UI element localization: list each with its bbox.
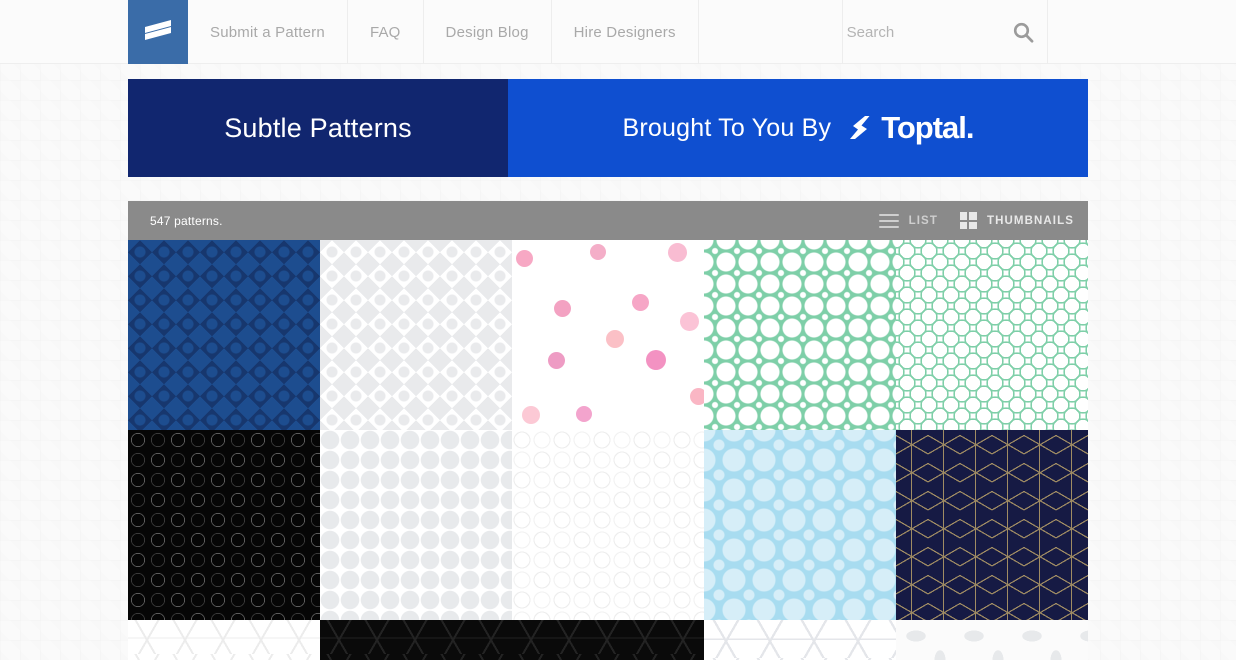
toptal-logo[interactable]: Toptal. xyxy=(845,110,974,146)
toptal-wordmark: Toptal. xyxy=(881,110,974,145)
pattern-tile-leaves-light[interactable] xyxy=(896,620,1088,660)
pattern-tile-y-light[interactable] xyxy=(128,620,320,660)
view-mode-list[interactable]: LIST xyxy=(878,213,938,228)
nav-label: FAQ xyxy=(369,23,401,41)
hamburger-icon xyxy=(878,213,899,228)
nav-item-submit-a-pattern[interactable]: Submit a Pattern xyxy=(188,0,348,64)
pattern-tile-molecule-outline[interactable] xyxy=(512,430,704,620)
search-button[interactable] xyxy=(1011,20,1035,44)
confetti-dot xyxy=(554,300,571,317)
banner-right-panel[interactable]: Brought To You By Toptal. xyxy=(508,79,1088,177)
confetti-dot xyxy=(680,312,699,331)
view-mode-list-label: LIST xyxy=(908,214,938,227)
nav-item-hire-designers[interactable]: Hire Designers xyxy=(552,0,699,64)
pattern-tile-diamond-gray[interactable] xyxy=(320,240,512,430)
pattern-tile-diamond-blue[interactable] xyxy=(128,240,320,430)
toptal-mark-icon xyxy=(850,116,870,139)
confetti-dot xyxy=(522,406,540,424)
nav-label: Submit a Pattern xyxy=(210,23,325,41)
search-container xyxy=(843,0,1048,64)
pattern-tile-y-dark[interactable] xyxy=(320,620,512,660)
pattern-tile-molecule-black[interactable] xyxy=(128,430,320,620)
confetti-dot xyxy=(548,352,565,369)
confetti-dot xyxy=(690,388,704,405)
pattern-tile-y-dark-2[interactable] xyxy=(512,620,704,660)
pattern-tile-petals-blue[interactable] xyxy=(704,430,896,620)
pattern-thumbnail-grid xyxy=(128,240,1088,660)
nav-label: Design Blog xyxy=(445,23,529,41)
confetti-dot xyxy=(668,243,687,262)
confetti-dot xyxy=(576,406,592,422)
pattern-tile-cubes-navy[interactable] xyxy=(896,430,1088,620)
confetti-dot xyxy=(516,250,533,267)
view-mode-thumbnails[interactable]: THUMBNAILS xyxy=(959,212,1074,229)
sponsor-prefix-text: Brought To You By xyxy=(622,113,832,142)
subtle-patterns-logo[interactable] xyxy=(128,0,188,64)
confetti-dot xyxy=(590,244,606,260)
view-mode-thumbnails-label: THUMBNAILS xyxy=(986,214,1074,227)
patterns-toolbar: 547 patterns. LIST THUMBNAILS xyxy=(128,201,1088,240)
site-title: Subtle Patterns xyxy=(224,112,412,143)
nav-item-design-blog[interactable]: Design Blog xyxy=(424,0,552,64)
nav-inner: Submit a Pattern FAQ Design Blog Hire De… xyxy=(128,0,1048,64)
pattern-tile-pink-confetti[interactable] xyxy=(512,240,704,430)
pattern-tile-triangles-light[interactable] xyxy=(704,620,896,660)
top-navigation-bar: Submit a Pattern FAQ Design Blog Hire De… xyxy=(0,0,1236,64)
pattern-tile-molecule-gray[interactable] xyxy=(320,430,512,620)
confetti-dot xyxy=(606,330,624,348)
pattern-tile-circles-green-light[interactable] xyxy=(896,240,1088,430)
banner-left-panel: Subtle Patterns xyxy=(128,79,508,177)
search-input[interactable] xyxy=(846,17,997,47)
grid-icon xyxy=(959,212,977,229)
confetti-dot xyxy=(632,294,649,311)
nav-item-faq[interactable]: FAQ xyxy=(348,0,424,64)
pattern-tile-circles-green[interactable] xyxy=(704,240,896,430)
nav-spacer xyxy=(699,0,843,64)
pattern-count-label: 547 patterns. xyxy=(150,213,223,228)
view-mode-switcher: LIST THUMBNAILS xyxy=(878,212,1074,229)
confetti-dot xyxy=(646,350,666,370)
search-icon xyxy=(1013,22,1034,43)
nav-label: Hire Designers xyxy=(573,23,676,41)
sponsor-banner[interactable]: Subtle Patterns Brought To You By Toptal… xyxy=(128,79,1088,177)
